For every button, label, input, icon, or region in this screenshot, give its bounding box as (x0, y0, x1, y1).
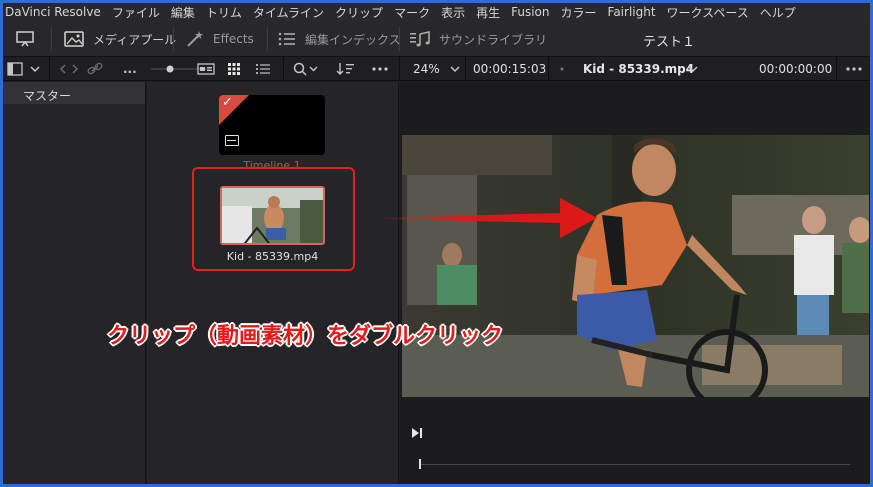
effects-button[interactable]: Effects (185, 29, 254, 49)
zoom-dropdown[interactable] (449, 61, 461, 77)
monitor-icon (16, 31, 34, 47)
divider (283, 57, 284, 81)
grid-icon (228, 63, 240, 75)
bin-item-master[interactable]: マスター (3, 82, 145, 104)
list-view-icon (256, 64, 270, 74)
toolbar-divider (173, 27, 174, 51)
menu-edit[interactable]: 編集 (166, 4, 201, 21)
list-icon (278, 32, 295, 46)
chevron-down-icon (30, 66, 40, 73)
list-view-button[interactable] (255, 61, 271, 77)
clip-status-dot (559, 61, 565, 77)
toolbar-divider (267, 27, 268, 51)
divider (548, 57, 549, 81)
menu-fairlight[interactable]: Fairlight (603, 5, 662, 19)
playhead[interactable] (419, 459, 421, 469)
clip-name-dropdown[interactable] (687, 61, 699, 77)
search-button[interactable] (293, 61, 321, 77)
divider (399, 57, 400, 81)
edit-index-label: 編集インデックス (305, 32, 401, 47)
play-icon[interactable] (410, 426, 424, 440)
media-pool-controls: ... 24% 00:00:15:03 Kid - 85339.mp4 00:0… (3, 57, 870, 81)
media-pool-icon (64, 31, 84, 47)
monitor-toggle-button[interactable] (15, 29, 35, 49)
edit-index-button[interactable]: 編集インデックス (277, 29, 401, 49)
chevron-left-right-icon (59, 64, 79, 74)
search-icon (293, 62, 318, 76)
menu-mark[interactable]: マーク (389, 4, 436, 21)
menu-fusion[interactable]: Fusion (506, 5, 555, 19)
media-pool-options-button[interactable] (371, 61, 389, 77)
media-pool-label: メディアプール (93, 32, 177, 47)
chevron-down-icon (450, 66, 460, 73)
metadata-view-icon (197, 63, 215, 75)
thumbnail-view-button[interactable] (227, 61, 241, 77)
link-button[interactable] (87, 61, 103, 77)
path-ellipsis: ... (123, 62, 137, 76)
menu-help[interactable]: ヘルプ (755, 4, 802, 21)
menu-timeline[interactable]: タイムライン (248, 4, 330, 21)
clip-duration: 00:00:15:03 (473, 62, 547, 76)
menu-app[interactable]: DaVinci Resolve (3, 5, 107, 19)
divider (465, 57, 466, 81)
timeline-icon (225, 135, 239, 146)
video-preview-image (402, 135, 869, 397)
sidebar-toggle-icon (7, 62, 23, 76)
magic-wand-icon (187, 31, 203, 47)
toolbar-divider (399, 27, 400, 51)
project-title: テスト１ (643, 35, 696, 50)
instruction-caption: クリップ（動画素材）をダブルクリック (107, 324, 504, 349)
toolbar-divider (51, 27, 52, 51)
menu-view[interactable]: 表示 (436, 4, 471, 21)
timeline-thumbnail[interactable]: ✓ (219, 95, 325, 155)
sort-icon (336, 63, 354, 75)
chevron-down-icon (688, 66, 698, 73)
menu-bar: DaVinci Resolve ファイル 編集 トリム タイムライン クリップ … (3, 3, 870, 21)
sound-library-label: サウンドライブラリ (439, 32, 548, 47)
viewer-options-button[interactable] (845, 61, 863, 77)
menu-clip[interactable]: クリップ (330, 4, 389, 21)
zoom-level[interactable]: 24% (413, 61, 440, 77)
menu-workspace[interactable]: ワークスペース (662, 4, 755, 21)
nav-back-forward[interactable] (59, 61, 79, 77)
checkmark-icon: ✓ (222, 95, 233, 110)
effects-label: Effects (213, 32, 254, 46)
media-pool-button[interactable]: メディアプール (63, 29, 176, 49)
divider (49, 57, 50, 81)
toolbar: メディアプール Effects 編集インデックス サウンドライブラリ テスト１ (3, 21, 870, 57)
timecode: 00:00:00:00 (759, 62, 833, 76)
divider (836, 57, 837, 81)
music-note-icon (410, 31, 430, 47)
bin-list-panel: マスター (3, 82, 146, 484)
link-icon (87, 62, 103, 75)
dot-icon (560, 67, 564, 71)
menu-color[interactable]: カラー (556, 4, 603, 21)
more-dots-icon (846, 67, 862, 71)
viewer-clip-name[interactable]: Kid - 85339.mp4 (583, 61, 694, 77)
bin-panel-toggle[interactable] (7, 61, 23, 77)
viewer-frame (402, 135, 869, 397)
bin-dropdown[interactable] (29, 61, 41, 77)
menu-trim[interactable]: トリム (201, 4, 248, 21)
sound-library-button[interactable]: サウンドライブラリ (409, 29, 547, 49)
scrubber-track[interactable] (420, 464, 850, 465)
highlight-box (192, 167, 355, 271)
sort-button[interactable] (335, 61, 355, 77)
metadata-view-button[interactable] (197, 61, 215, 77)
menu-playback[interactable]: 再生 (471, 4, 506, 21)
menu-file[interactable]: ファイル (107, 4, 166, 21)
more-dots-icon (372, 67, 388, 71)
red-arrow-icon (375, 198, 597, 238)
